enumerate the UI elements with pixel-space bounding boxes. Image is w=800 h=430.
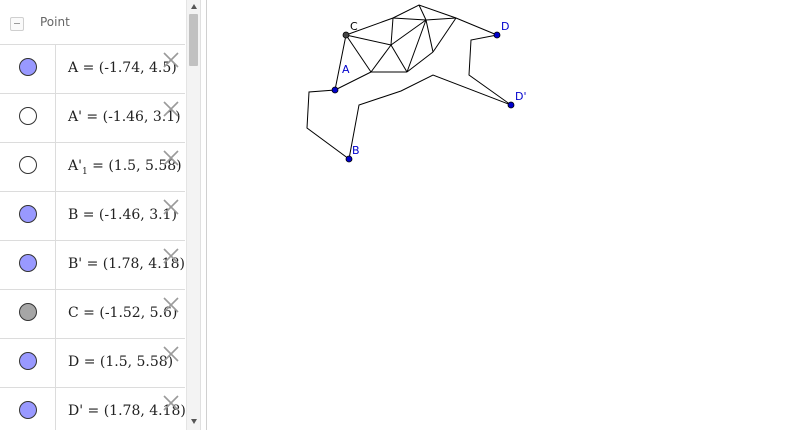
graphics-view[interactable]: C A B D D' <box>207 0 800 430</box>
algebra-item-row[interactable]: B' = (1.78, 4.18) <box>0 241 185 290</box>
view-splitter[interactable] <box>200 0 207 430</box>
geogebra-app: Point A = (-1.74, 4.5) A' = (-1.46, 3.1) A… <box>0 0 800 430</box>
group-title: Point <box>40 15 70 29</box>
visibility-cell <box>0 388 56 430</box>
collapse-group-button[interactable] <box>10 17 24 31</box>
triangulation-segment[interactable] <box>390 17 394 46</box>
label-d-prime: D' <box>515 90 527 103</box>
label-a: A <box>342 63 350 76</box>
visibility-cell <box>0 94 56 142</box>
object-name: C <box>68 305 79 321</box>
visibility-cell <box>0 143 56 191</box>
visibility-toggle-marble[interactable] <box>19 156 37 174</box>
triangulation-segment[interactable] <box>345 34 392 46</box>
visibility-toggle-marble[interactable] <box>19 352 37 370</box>
triangulation-segment[interactable] <box>425 17 457 21</box>
close-icon[interactable] <box>161 393 181 413</box>
close-icon[interactable] <box>161 50 181 70</box>
visibility-cell <box>0 45 56 93</box>
label-d: D <box>501 20 509 33</box>
visibility-toggle-marble[interactable] <box>19 107 37 125</box>
minus-icon <box>14 23 20 24</box>
triangulation-segment[interactable] <box>392 17 427 21</box>
algebra-item-row[interactable]: D = (1.5, 5.58) <box>0 339 185 388</box>
close-icon[interactable] <box>161 148 181 168</box>
close-icon[interactable] <box>161 344 181 364</box>
triangulation-segment[interactable] <box>390 19 427 46</box>
visibility-toggle-marble[interactable] <box>19 254 37 272</box>
algebra-item-row[interactable]: B = (-1.46, 3.1) <box>0 192 185 241</box>
close-icon[interactable] <box>161 99 181 119</box>
object-value: = (1.5, 5.58) <box>83 354 174 370</box>
outline-left-segment[interactable] <box>306 34 512 160</box>
scroll-down-arrow-icon[interactable] <box>191 419 197 424</box>
graphics-canvas[interactable]: C A B D D' <box>207 0 800 430</box>
algebra-item-row[interactable]: D' = (1.78, 4.18) <box>0 388 186 430</box>
scrollbar-thumb[interactable] <box>189 14 198 66</box>
construction-segments <box>306 4 512 160</box>
algebra-item-row[interactable]: C = (-1.52, 5.6) <box>0 290 185 339</box>
visibility-toggle-marble[interactable] <box>19 58 37 76</box>
algebra-item-row[interactable]: A'1 = (1.5, 5.58) <box>0 143 185 192</box>
point-c[interactable] <box>342 31 350 39</box>
object-name: D' <box>68 403 84 419</box>
scroll-up-arrow-icon[interactable] <box>191 4 197 9</box>
object-name-subscript: 1 <box>81 166 88 177</box>
visibility-cell <box>0 290 56 338</box>
algebra-item-row[interactable]: A' = (-1.46, 3.1) <box>0 94 185 143</box>
triangulation-segment[interactable] <box>345 34 372 73</box>
visibility-toggle-marble[interactable] <box>19 205 37 223</box>
visibility-cell <box>0 192 56 240</box>
point-d[interactable] <box>493 31 501 39</box>
object-name: B <box>68 207 79 223</box>
visibility-toggle-marble[interactable] <box>19 401 37 419</box>
triangulation-segment[interactable] <box>334 71 372 91</box>
object-name: D <box>68 354 80 370</box>
object-name: A' <box>68 158 82 174</box>
object-name: A <box>68 60 79 76</box>
triangulation-segment[interactable] <box>432 17 457 53</box>
algebra-item-definition[interactable]: D = (1.5, 5.58) <box>68 354 173 370</box>
triangulation-segment[interactable] <box>425 19 434 53</box>
visibility-toggle-marble[interactable] <box>19 303 37 321</box>
close-icon[interactable] <box>161 246 181 266</box>
close-icon[interactable] <box>161 295 181 315</box>
point-d-prime[interactable] <box>507 101 515 109</box>
algebra-view: Point A = (-1.74, 4.5) A' = (-1.46, 3.1) A… <box>0 0 200 430</box>
object-name: A' <box>68 109 82 125</box>
algebra-item-row[interactable]: A = (-1.74, 4.5) <box>0 45 185 94</box>
label-c: C <box>350 20 358 33</box>
point-a[interactable] <box>331 86 339 94</box>
triangulation-segment[interactable] <box>390 44 408 73</box>
visibility-cell <box>0 339 56 387</box>
group-header: Point <box>0 0 185 45</box>
visibility-cell <box>0 241 56 289</box>
triangulation-segment[interactable] <box>370 44 392 73</box>
close-icon[interactable] <box>161 197 181 217</box>
label-b: B <box>352 144 360 157</box>
algebra-scrollbar[interactable] <box>186 0 200 430</box>
object-name: B' <box>68 256 83 272</box>
